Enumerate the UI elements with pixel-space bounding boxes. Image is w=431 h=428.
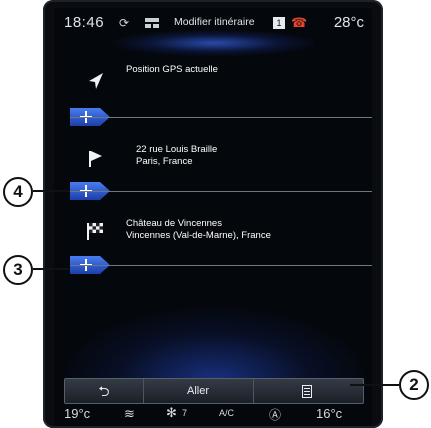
list-button[interactable] [253, 379, 361, 403]
arrow-gps-icon [84, 70, 106, 92]
step-line1: 22 rue Louis Braille [136, 144, 218, 155]
status-bar: 18:46 ⟳ Modifier itinéraire 1 ☎ 28°c [54, 8, 372, 40]
divider [70, 117, 372, 118]
phone-icon: ☎ [291, 15, 308, 30]
divider [70, 191, 372, 192]
nav-screen: 18:46 ⟳ Modifier itinéraire 1 ☎ 28°c Pos… [54, 8, 372, 426]
right-temp[interactable]: 16°c [316, 406, 342, 421]
checkered-flag-icon [84, 220, 106, 242]
screen-title: Modifier itinéraire [174, 16, 255, 28]
step-line2: Vincennes (Val-de-Marne), France [126, 230, 271, 241]
sync-icon: ⟳ [119, 16, 130, 30]
clock: 18:46 [64, 14, 105, 31]
flag-icon [84, 148, 106, 170]
route-step[interactable]: 22 rue Louis Braille Paris, France [70, 126, 372, 198]
action-bar: ⮌ Aller [64, 378, 364, 404]
left-temp[interactable]: 19°c [64, 406, 90, 421]
route-step[interactable]: Château de Vincennes Vincennes (Val-de-M… [70, 198, 372, 270]
step-line1: Château de Vincennes [126, 218, 222, 229]
auto-icon[interactable]: Ⓐ [269, 406, 281, 423]
callout-line [350, 384, 399, 386]
callout-4: 4 [3, 177, 33, 207]
callout-line [33, 268, 70, 270]
back-arrow-icon: ⮌ [98, 383, 110, 399]
callout-3: 3 [3, 255, 33, 285]
airflow-icon[interactable]: ≋ [124, 406, 135, 422]
fan-level: 7 [182, 408, 188, 418]
callout-2: 2 [399, 370, 429, 400]
step-line2: Paris, France [136, 156, 193, 167]
go-button[interactable]: Aller [143, 379, 254, 403]
outside-temp: 28°c [333, 14, 364, 31]
divider [70, 265, 372, 266]
list-icon [302, 384, 312, 398]
ac-button[interactable]: A/C [219, 408, 234, 418]
callout-line [33, 190, 70, 192]
message-badge: 1 [273, 17, 285, 29]
climate-bar: 19°c ≋ ✻ 7 A/C Ⓐ 16°c [54, 404, 372, 426]
back-button[interactable]: ⮌ [65, 379, 144, 403]
fan-icon[interactable]: ✻ [166, 405, 177, 421]
route-list: Position GPS actuelle 22 rue Louis Brail… [70, 48, 372, 388]
route-step[interactable]: Position GPS actuelle [70, 48, 372, 120]
step-line1: Position GPS actuelle [126, 64, 218, 75]
media-icon [144, 16, 160, 28]
